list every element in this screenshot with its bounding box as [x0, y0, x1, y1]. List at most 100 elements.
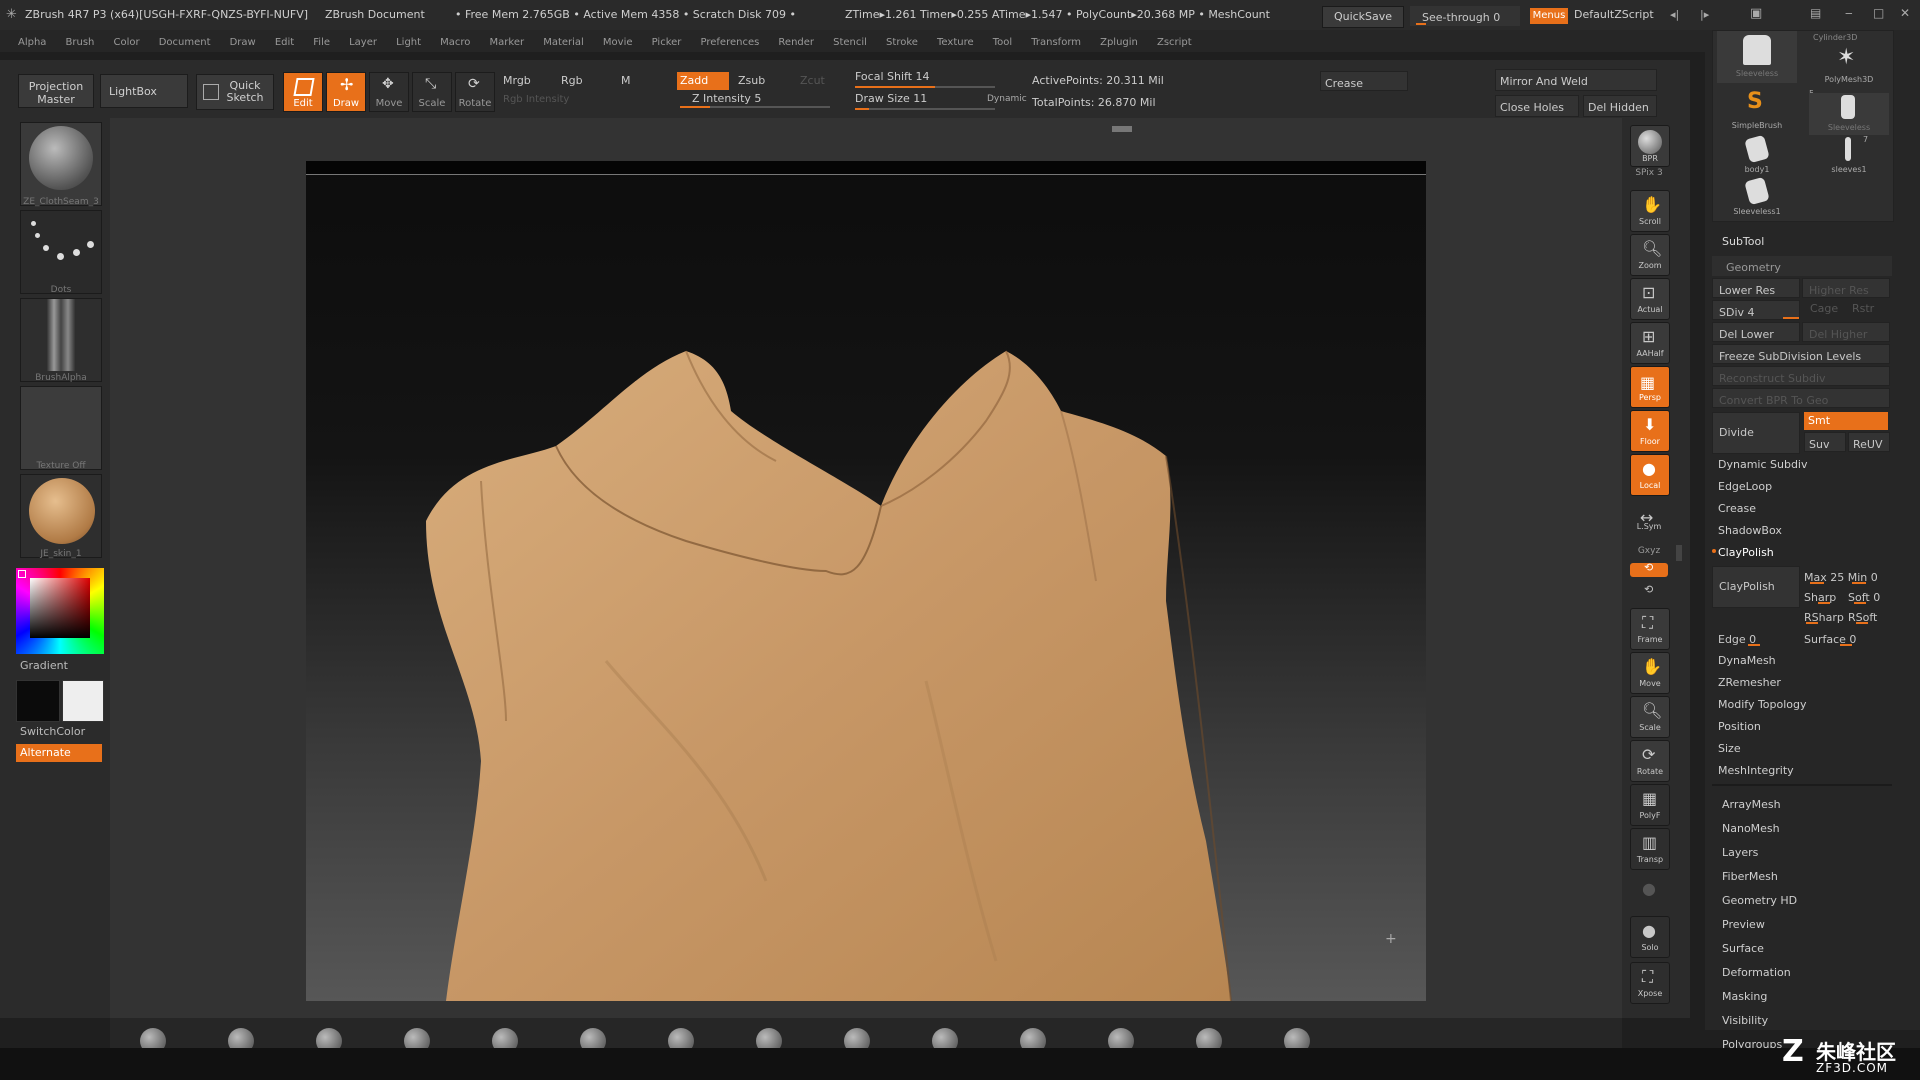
zsub-button[interactable]: Zsub	[738, 74, 765, 87]
menu-document[interactable]: Document	[159, 32, 211, 54]
deformation-menu[interactable]: Deformation	[1722, 966, 1791, 979]
del-lower-button[interactable]: Del Lower	[1712, 322, 1800, 342]
sdiv-slider[interactable]: SDiv 4	[1712, 300, 1800, 320]
lsym-button[interactable]: ↔ L.Sym	[1630, 508, 1668, 534]
lightbox-button[interactable]: LightBox	[100, 74, 188, 108]
close-holes-button[interactable]: Close Holes	[1495, 95, 1579, 117]
secondary-color-swatch[interactable]	[62, 680, 104, 722]
sharp-slider[interactable]: Sharp	[1804, 586, 1844, 604]
z-intensity-slider[interactable]: Z Intensity 5	[680, 92, 830, 108]
subtool-thumb-sleeveless1[interactable]: Sleeveless1	[1717, 176, 1797, 219]
menu-movie[interactable]: Movie	[603, 32, 633, 54]
dynamic-button[interactable]: Dynamic	[987, 94, 1027, 104]
frame-button[interactable]: ⛶ Frame	[1630, 608, 1670, 650]
subtool-thumb-simplebrush[interactable]: S SimpleBrush	[1717, 89, 1797, 133]
soft-slider[interactable]: Soft 0	[1848, 586, 1888, 604]
projection-master-button[interactable]: Projection Master	[18, 74, 94, 108]
edge-slider[interactable]: Edge 0	[1712, 628, 1798, 646]
del-hidden-button[interactable]: Del Hidden	[1583, 95, 1657, 117]
edit-button[interactable]: Edit	[283, 72, 323, 112]
size-menu[interactable]: Size	[1718, 742, 1741, 755]
meshintegrity-menu[interactable]: MeshIntegrity	[1718, 764, 1794, 777]
texture-picker[interactable]: Texture Off	[20, 386, 102, 471]
claypolish-button[interactable]: ClayPolish	[1712, 566, 1800, 608]
surface-menu[interactable]: Surface	[1722, 942, 1764, 955]
stroke-picker[interactable]: Dots	[20, 210, 102, 295]
minimize-icon[interactable]: ‒	[1845, 6, 1853, 20]
subtool-thumb-sleeveless[interactable]: Sleeveless	[1717, 31, 1797, 83]
move-button[interactable]: ✥ Move	[369, 72, 409, 112]
alpha-picker[interactable]: BrushAlpha	[20, 298, 102, 383]
menu-draw[interactable]: Draw	[230, 32, 256, 54]
menu-picker[interactable]: Picker	[652, 32, 682, 54]
convert-bpr-button[interactable]: Convert BPR To Geo	[1712, 388, 1890, 408]
brush-picker[interactable]: ZE_ClothSeam_3	[20, 122, 102, 207]
color-square[interactable]	[30, 578, 90, 638]
canvas-scroll-handle[interactable]	[1112, 126, 1132, 132]
surface-slider[interactable]: Surface 0	[1804, 628, 1888, 646]
zcut-button[interactable]: Zcut	[800, 74, 825, 87]
scale-button[interactable]: ⤡ Scale	[412, 72, 452, 112]
gradient-label[interactable]: Gradient	[20, 659, 68, 672]
cylinder3d-label[interactable]: Cylinder3D	[1813, 33, 1857, 42]
switch-color-button[interactable]: SwitchColor	[20, 725, 85, 738]
polyf-button[interactable]: ▦ PolyF	[1630, 784, 1670, 826]
scale-view-button[interactable]: 🔍︎ Scale	[1630, 696, 1670, 738]
menu-tool[interactable]: Tool	[993, 32, 1012, 54]
rotate-button[interactable]: ⟳ Rotate	[455, 72, 495, 112]
subtool-thumb-sleeves1[interactable]: sleeves1	[1809, 135, 1889, 177]
menu-transform[interactable]: Transform	[1031, 32, 1081, 54]
menu-preferences[interactable]: Preferences	[701, 32, 760, 54]
edgeloop-menu[interactable]: EdgeLoop	[1718, 480, 1772, 493]
rgb-button[interactable]: Rgb	[561, 74, 583, 87]
reuv-toggle[interactable]: ReUV	[1848, 432, 1890, 452]
geometry-hd-menu[interactable]: Geometry HD	[1722, 894, 1797, 907]
menu-layer[interactable]: Layer	[349, 32, 377, 54]
draw-button[interactable]: ✢ Draw	[326, 72, 366, 112]
rotate-y-toggle[interactable]: ⟲	[1630, 561, 1668, 577]
subtool-header[interactable]: SubTool	[1712, 230, 1892, 252]
move-view-button[interactable]: ✋ Move	[1630, 652, 1670, 694]
masking-menu[interactable]: Masking	[1722, 990, 1767, 1003]
default-zscript-button[interactable]: DefaultZScript	[1574, 8, 1654, 21]
save-ui-icon[interactable]: ▤	[1810, 6, 1821, 20]
menu-alpha[interactable]: Alpha	[18, 32, 46, 54]
rotate-view-button[interactable]: ⟳ Rotate	[1630, 740, 1670, 782]
claypolish-max-min-slider[interactable]: Max 25 Min 0	[1804, 566, 1888, 584]
arraymesh-menu[interactable]: ArrayMesh	[1722, 798, 1781, 811]
shadowbox-menu[interactable]: ShadowBox	[1718, 524, 1782, 537]
gxyz-button[interactable]: Gxyz	[1622, 546, 1676, 556]
maximize-icon[interactable]: □	[1873, 6, 1884, 20]
rgb-intensity-slider[interactable]: Rgb Intensity	[503, 94, 569, 105]
mirror-and-weld-button[interactable]: Mirror And Weld	[1495, 69, 1657, 91]
visibility-menu[interactable]: Visibility	[1722, 1014, 1768, 1027]
spix-slider[interactable]: SPix 3	[1622, 168, 1676, 178]
menu-brush[interactable]: Brush	[66, 32, 95, 54]
geometry-header[interactable]: Geometry	[1712, 256, 1892, 276]
crease-button[interactable]: Crease	[1320, 71, 1408, 91]
menu-color[interactable]: Color	[113, 32, 139, 54]
m-button[interactable]: M	[621, 74, 631, 87]
menu-zplugin[interactable]: Zplugin	[1100, 32, 1138, 54]
bpr-button[interactable]: BPR	[1630, 125, 1670, 167]
smt-toggle[interactable]: Smt	[1804, 412, 1888, 430]
preview-menu[interactable]: Preview	[1722, 918, 1765, 931]
cage-button[interactable]: Cage	[1810, 302, 1838, 315]
reconstruct-subdiv-button[interactable]: Reconstruct Subdiv	[1712, 366, 1890, 386]
menu-render[interactable]: Render	[778, 32, 814, 54]
divide-button[interactable]: Divide	[1712, 412, 1800, 454]
menu-macro[interactable]: Macro	[440, 32, 470, 54]
focal-shift-slider[interactable]: Focal Shift 14	[855, 70, 995, 88]
suv-toggle[interactable]: Suv	[1804, 432, 1846, 452]
color-picker[interactable]	[16, 568, 104, 654]
zremesher-menu[interactable]: ZRemesher	[1718, 676, 1781, 689]
claypolish-menu[interactable]: ClayPolish	[1718, 546, 1774, 559]
del-higher-button[interactable]: Del Higher	[1802, 322, 1890, 342]
persp-button[interactable]: ▦ Persp	[1630, 366, 1670, 408]
zadd-button[interactable]: Zadd	[677, 72, 729, 90]
main-color-swatch[interactable]	[16, 680, 60, 722]
rsoft-slider[interactable]: RSoft	[1848, 606, 1888, 624]
actual-button[interactable]: ⊡ Actual	[1630, 278, 1670, 320]
menu-marker[interactable]: Marker	[490, 32, 525, 54]
quicksave-button[interactable]: QuickSave	[1322, 6, 1404, 28]
